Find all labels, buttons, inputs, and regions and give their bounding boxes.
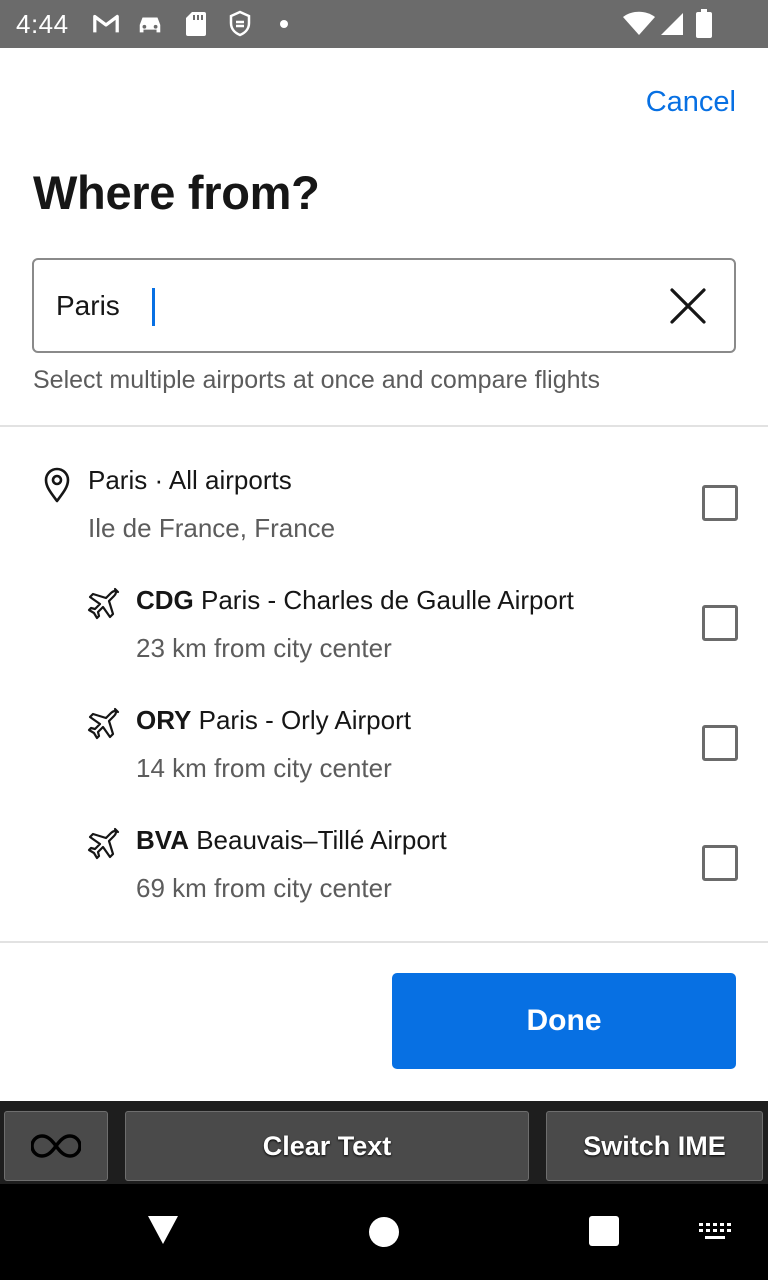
notification-dot xyxy=(280,20,288,28)
list-divider-top xyxy=(0,425,768,427)
result-subtitle: 69 km from city center xyxy=(136,873,392,903)
car-icon xyxy=(136,10,164,38)
location-pin-icon xyxy=(37,465,77,505)
result-subtitle: 14 km from city center xyxy=(136,753,392,783)
result-row-airport[interactable]: CDG Paris - Charles de Gaulle Airport 23… xyxy=(0,565,768,685)
clear-search-button[interactable] xyxy=(668,286,708,326)
search-input[interactable] xyxy=(56,284,656,328)
plane-icon xyxy=(85,585,125,625)
navigation-bar xyxy=(0,1184,768,1280)
result-row-airport[interactable]: ORY Paris - Orly Airport 14 km from city… xyxy=(0,685,768,805)
keyboard-icon[interactable] xyxy=(697,1221,733,1248)
back-icon[interactable] xyxy=(146,1214,180,1251)
recents-icon[interactable] xyxy=(589,1216,619,1251)
gmail-icon xyxy=(92,10,120,38)
result-name: BVA Beauvais–Tillé Airport xyxy=(136,825,447,856)
status-time: 4:44 xyxy=(16,9,69,39)
result-subtitle: 23 km from city center xyxy=(136,633,392,663)
result-name: ORY Paris - Orly Airport xyxy=(136,705,411,736)
airport-code: BVA xyxy=(136,825,189,855)
sd-card-icon xyxy=(182,10,210,38)
plane-icon xyxy=(85,825,125,865)
search-field-container[interactable] xyxy=(32,258,736,353)
result-subtitle: Ile de France, France xyxy=(88,513,336,543)
text-cursor xyxy=(152,288,155,326)
ime-toolbar: Clear Text Switch IME xyxy=(0,1101,768,1184)
close-icon xyxy=(670,288,706,324)
switch-ime-button[interactable]: Switch IME xyxy=(546,1111,763,1181)
battery-icon xyxy=(690,9,718,38)
result-row-city[interactable]: Paris · All airports Ile de France, Fran… xyxy=(0,445,768,565)
done-button[interactable]: Done xyxy=(392,973,736,1069)
ime-infinity-button[interactable] xyxy=(4,1111,108,1181)
cancel-button[interactable]: Cancel xyxy=(646,86,736,119)
shield-sync-icon xyxy=(226,10,254,38)
result-checkbox[interactable] xyxy=(702,605,738,641)
infinity-icon xyxy=(31,1134,81,1158)
airport-name: Paris - Charles de Gaulle Airport xyxy=(193,585,574,615)
clear-text-button[interactable]: Clear Text xyxy=(125,1111,529,1181)
status-bar: 4:44 xyxy=(0,0,768,48)
page-title: Where from? xyxy=(33,166,320,219)
airport-name: Paris - Orly Airport xyxy=(191,705,411,735)
airport-code: ORY xyxy=(136,705,192,735)
airport-name: Beauvais–Tillé Airport xyxy=(188,825,447,855)
list-divider-bottom xyxy=(0,941,768,943)
home-icon[interactable] xyxy=(368,1216,400,1253)
result-checkbox[interactable] xyxy=(702,725,738,761)
result-row-airport[interactable]: BVA Beauvais–Tillé Airport 69 km from ci… xyxy=(0,805,768,925)
wifi-icon xyxy=(622,10,656,38)
plane-icon xyxy=(85,705,125,745)
search-hint: Select multiple airports at once and com… xyxy=(33,366,600,394)
result-checkbox[interactable] xyxy=(702,485,738,521)
result-name: CDG Paris - Charles de Gaulle Airport xyxy=(136,585,574,616)
signal-icon xyxy=(658,10,686,38)
result-checkbox[interactable] xyxy=(702,845,738,881)
airport-code: CDG xyxy=(136,585,194,615)
result-name: Paris · All airports xyxy=(88,465,292,495)
